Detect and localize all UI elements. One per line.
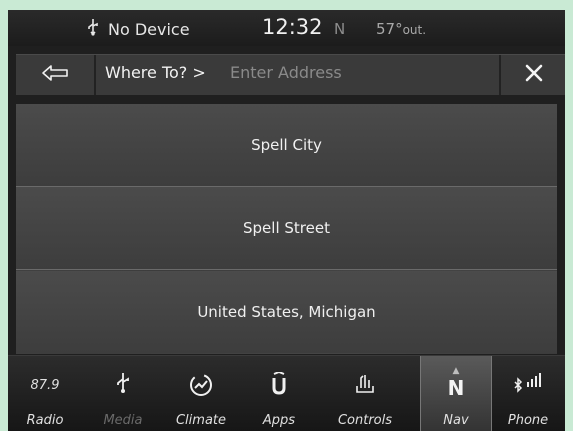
result-spell-city[interactable]: Spell City: [16, 104, 557, 187]
bottom-nav-bar: 87.9 Radio Media Climate Apps Controls ▲…: [8, 355, 565, 431]
climate-icon: [166, 372, 236, 402]
close-button[interactable]: [499, 55, 565, 95]
compass-heading: N: [334, 20, 346, 38]
clock: 12:32: [262, 15, 323, 39]
usb-icon: [88, 372, 158, 398]
nav-nav[interactable]: ▲ N Nav: [420, 356, 492, 431]
search-prefix-label: Where To? >: [105, 63, 206, 82]
signal-bars-icon: [527, 373, 541, 387]
device-status: No Device: [108, 20, 190, 39]
nav-apps[interactable]: Apps: [244, 356, 314, 431]
back-button[interactable]: [16, 55, 96, 95]
address-search-bar: Where To? > Enter Address: [16, 54, 565, 95]
apps-icon: [244, 370, 314, 400]
nav-phone[interactable]: Phone: [493, 356, 563, 431]
result-region[interactable]: United States, Michigan: [16, 271, 557, 353]
address-input[interactable]: Enter Address: [230, 63, 342, 82]
bluetooth-icon: [514, 377, 523, 393]
radio-frequency-wrap: 87.9: [10, 374, 80, 393]
nav-nav-label: Nav: [443, 413, 469, 428]
status-bar: No Device 12:32 N 57°out.: [8, 10, 565, 46]
nav-apps-label: Apps: [262, 413, 296, 428]
nav-controls[interactable]: Controls: [330, 356, 400, 431]
result-spell-street[interactable]: Spell Street: [16, 187, 557, 270]
nav-media-label: Media: [103, 413, 143, 428]
nav-phone-label: Phone: [507, 413, 549, 428]
nav-media[interactable]: Media: [88, 356, 158, 431]
outside-temperature: 57°out.: [376, 20, 427, 38]
nav-compass-letter: N: [447, 376, 465, 400]
page-frame: No Device 12:32 N 57°out. Where To? > En…: [0, 0, 573, 431]
nav-radio-label: Radio: [26, 413, 64, 428]
compass-icon: ▲ N: [421, 366, 491, 400]
result-list: Spell City Spell Street United States, M…: [16, 104, 557, 354]
radio-frequency: 87.9: [30, 378, 60, 393]
back-arrow-icon: [41, 64, 69, 86]
nav-climate[interactable]: Climate: [166, 356, 236, 431]
head-unit-screen: No Device 12:32 N 57°out. Where To? > En…: [8, 10, 565, 431]
nav-radio[interactable]: 87.9 Radio: [10, 356, 80, 431]
close-icon: [525, 64, 543, 86]
controls-icon: [330, 372, 400, 400]
nav-climate-label: Climate: [175, 413, 227, 428]
nav-controls-label: Controls: [337, 413, 393, 428]
usb-icon: [87, 18, 99, 41]
phone-status-icons: [493, 372, 563, 400]
